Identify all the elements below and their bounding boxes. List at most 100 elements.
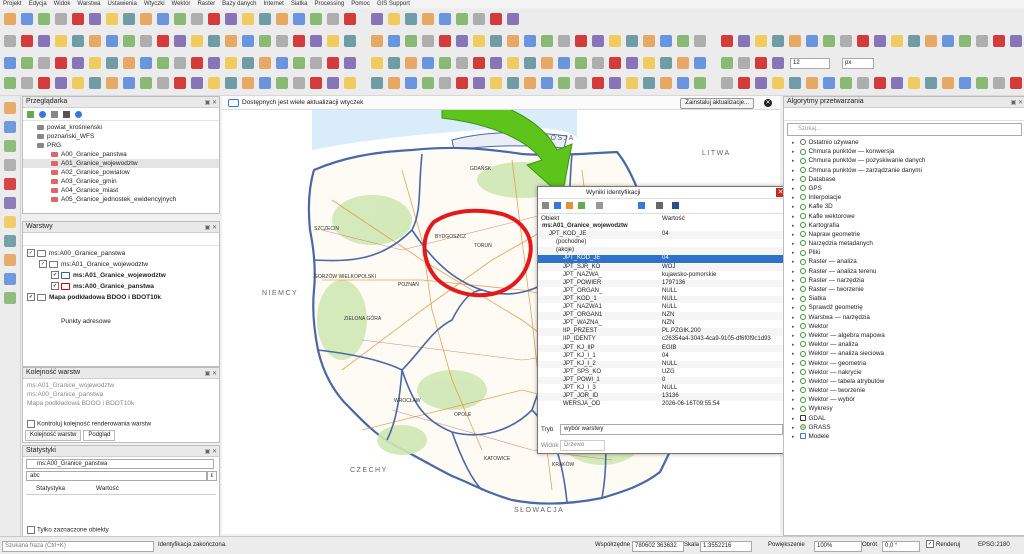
tool-icon[interactable] [4, 13, 16, 25]
tool-icon[interactable] [857, 77, 869, 89]
checkbox-icon[interactable]: ✓ [926, 540, 934, 549]
tool-icon[interactable] [55, 77, 67, 89]
tool-icon[interactable] [38, 35, 50, 47]
tool-icon[interactable] [123, 35, 135, 47]
tool-icon[interactable] [242, 35, 254, 47]
tool-icon[interactable] [490, 35, 502, 47]
tool-icon[interactable] [925, 77, 937, 89]
tool-icon[interactable] [422, 35, 434, 47]
tool-icon[interactable] [993, 77, 1005, 89]
tool-icon[interactable] [276, 77, 288, 89]
expand-arrow-icon[interactable]: ▸ [792, 195, 795, 201]
tool-icon[interactable] [344, 77, 356, 89]
expand-arrow-icon[interactable]: ▸ [792, 351, 795, 357]
tool-icon[interactable] [55, 57, 67, 69]
tool-icon[interactable] [772, 57, 784, 69]
tool-icon[interactable] [660, 77, 672, 89]
copy-icon[interactable] [566, 202, 573, 209]
tool-icon[interactable] [660, 57, 672, 69]
expand-arrow-icon[interactable]: ▸ [792, 370, 795, 376]
info-icon[interactable] [75, 111, 82, 118]
order-item[interactable]: ms:A00_Granice_panstwa [27, 390, 219, 399]
tool-icon[interactable] [456, 77, 468, 89]
tool-icon[interactable] [874, 77, 886, 89]
tool-icon[interactable] [89, 13, 101, 25]
tool-icon[interactable] [609, 77, 621, 89]
tool-icon[interactable] [191, 13, 203, 25]
tool-icon[interactable] [456, 57, 468, 69]
tool-icon[interactable] [89, 77, 101, 89]
tool-icon[interactable] [738, 35, 750, 47]
tool-icon[interactable] [174, 35, 186, 47]
browser-item[interactable]: A03_Granice_gmin [23, 177, 219, 186]
tool-icon[interactable] [344, 57, 356, 69]
tool-icon[interactable] [21, 77, 33, 89]
tool-icon[interactable] [626, 77, 638, 89]
settings-icon[interactable] [656, 202, 663, 209]
expand-arrow-icon[interactable]: ▸ [792, 425, 795, 431]
tool-icon[interactable] [388, 13, 400, 25]
expand-arrow-icon[interactable]: ▸ [792, 259, 795, 265]
tool-icon[interactable] [310, 13, 322, 25]
processing-group[interactable]: ▸ Kafle wektorowe [784, 212, 1024, 221]
digitize-tool-icon[interactable] [4, 216, 16, 228]
processing-group[interactable]: ▸ Wektor — wybór [784, 395, 1024, 404]
expand-arrow-icon[interactable]: ▸ [792, 305, 795, 311]
locator-search-input[interactable]: Szukana fraza (Ctrl+K) [2, 541, 154, 552]
tool-icon[interactable] [439, 77, 451, 89]
tool-icon[interactable] [72, 77, 84, 89]
tool-icon[interactable] [225, 13, 237, 25]
identify-row[interactable]: JPT_SJR_KO WOJ [538, 263, 785, 272]
print-icon[interactable] [578, 202, 585, 209]
install-updates-button[interactable]: Zainstaluj aktualizacje... [680, 98, 754, 109]
expand-arrow-icon[interactable]: ▸ [792, 214, 795, 220]
processing-group[interactable]: ▸ Ostatnio używane [784, 138, 1024, 147]
tool-icon[interactable] [694, 57, 706, 69]
processing-group[interactable]: ▸ GRASS [784, 423, 1024, 432]
expand-arrow-icon[interactable]: ▸ [792, 149, 795, 155]
processing-group[interactable]: ▸ GDAL [784, 414, 1024, 423]
tool-icon[interactable] [439, 35, 451, 47]
menu-item-5[interactable]: Wtyczki [144, 0, 165, 8]
tab-preview[interactable]: Podgląd [83, 430, 116, 441]
expand-arrow-icon[interactable]: ▸ [792, 324, 795, 330]
tool-icon[interactable] [38, 77, 50, 89]
processing-group[interactable]: ▸ Narzędzia metadanych [784, 239, 1024, 248]
tool-icon[interactable] [259, 77, 271, 89]
tool-icon[interactable] [140, 35, 152, 47]
tool-icon[interactable] [191, 57, 203, 69]
tool-icon[interactable] [721, 35, 733, 47]
tool-icon[interactable] [942, 77, 954, 89]
tool-icon[interactable] [344, 13, 356, 25]
tool-icon[interactable] [959, 35, 971, 47]
rotation-field[interactable]: 0,0 ° [882, 541, 920, 552]
digitize-tool-icon[interactable] [4, 159, 16, 171]
tool-icon[interactable] [1010, 77, 1022, 89]
tool-icon[interactable] [225, 35, 237, 47]
tool-icon[interactable] [558, 57, 570, 69]
processing-group[interactable]: ▸ Pliki [784, 248, 1024, 257]
tool-icon[interactable] [507, 77, 519, 89]
tool-icon[interactable] [242, 13, 254, 25]
digitize-tool-icon[interactable] [4, 140, 16, 152]
tool-icon[interactable] [276, 35, 288, 47]
processing-group[interactable]: ▸ Napraw geometrie [784, 230, 1024, 239]
checkbox-icon[interactable] [27, 420, 35, 428]
identify-row[interactable]: JPT_KOD_JE 04 [538, 255, 785, 263]
view-select[interactable]: Drzewo [560, 440, 605, 451]
tool-icon[interactable] [422, 77, 434, 89]
tool-icon[interactable] [123, 57, 135, 69]
tool-icon[interactable] [660, 35, 672, 47]
menu-item-4[interactable]: Ustawienia [108, 0, 137, 8]
tool-icon[interactable] [439, 57, 451, 69]
browser-item[interactable]: A00_Granice_panstwa [23, 150, 219, 159]
stats-layer-select[interactable]: ms:A00_Granice_panstwa [26, 459, 214, 469]
tool-icon[interactable] [405, 57, 417, 69]
processing-group[interactable]: ▸ Database [784, 175, 1024, 184]
tool-icon[interactable] [174, 77, 186, 89]
tool-icon[interactable] [1010, 35, 1022, 47]
identify-row[interactable]: JPT_SPS_KO UZG [538, 368, 785, 377]
menu-item-11[interactable]: Processing [315, 0, 345, 8]
processing-group[interactable]: ▸ Wektor — geometria [784, 359, 1024, 368]
tool-icon[interactable] [293, 35, 305, 47]
